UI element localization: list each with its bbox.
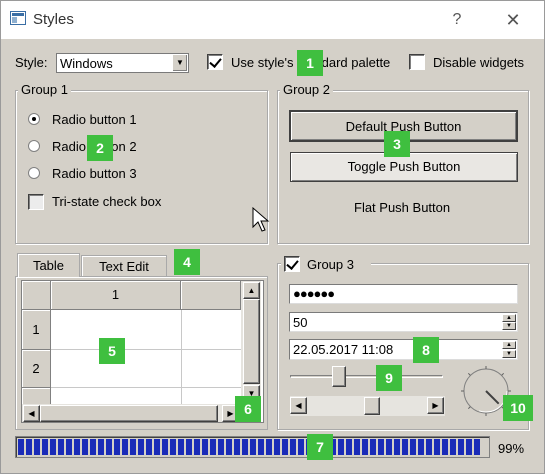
password-field[interactable]: ●●●●●● [289,284,518,304]
callout-badge-6: 6 [235,396,261,422]
row-header-2[interactable]: 2 [22,350,51,388]
chevron-down-icon[interactable]: ▼ [172,55,187,71]
column-header-1[interactable]: 1 [51,281,181,310]
progress-value: 99% [498,441,525,456]
scroll-left-icon[interactable]: ◀ [23,405,40,422]
column-header-2[interactable] [181,281,241,310]
callout-badge-10: 10 [503,395,533,421]
mouse-cursor-icon [252,207,270,232]
progress-bar [15,436,490,458]
scroll-up-icon[interactable]: ▲ [243,282,260,299]
group-1-title: Group 1 [18,82,71,97]
slider-handle[interactable] [332,366,346,387]
styles-window: Styles ? ✕ Style: Windows ▼ Use style's … [0,0,545,474]
title-bar: Styles ? ✕ [1,1,544,39]
flat-push-button[interactable]: Flat Push Button [354,200,450,215]
radio-button-1[interactable] [28,113,40,125]
grid-line [51,387,241,388]
style-label: Style: [15,55,48,70]
window-title: Styles [33,11,74,28]
datetime-edit[interactable]: 22.05.2017 11:08 ▲ ▼ [289,339,518,360]
app-window-icon [10,11,26,25]
callout-badge-3: 3 [384,131,410,157]
datetime-up-icon[interactable]: ▲ [502,341,516,349]
tab-text-edit[interactable]: Text Edit [81,255,167,276]
tri-state-checkbox[interactable] [28,194,44,210]
callout-badge-4: 4 [174,249,200,275]
style-combobox[interactable]: Windows ▼ [56,53,189,73]
horizontal-scroll-thumb[interactable] [40,405,218,422]
callout-badge-1: 1 [297,50,323,76]
callout-badge-7: 7 [307,434,333,460]
radio-button-3-label: Radio button 3 [52,166,137,181]
radio-button-1-label: Radio button 1 [52,112,137,127]
tri-state-label: Tri-state check box [52,194,162,209]
datetime-down-icon[interactable]: ▼ [502,350,516,358]
group-3-title: Group 3 [307,257,354,272]
spin-box[interactable]: 50 ▲ ▼ [289,312,518,332]
spin-box-value: 50 [293,315,308,330]
spin-up-icon[interactable]: ▲ [502,314,516,322]
slider-groove[interactable] [290,375,443,378]
callout-badge-5: 5 [99,338,125,364]
radio-button-2[interactable] [28,140,40,152]
tab-table[interactable]: Table [17,253,80,277]
close-button[interactable]: ✕ [501,8,525,32]
standard-palette-checkbox[interactable] [207,54,223,70]
group-3-checkbox[interactable] [284,256,300,272]
datetime-value: 22.05.2017 11:08 [293,342,394,357]
style-combobox-value: Windows [60,56,113,71]
password-value: ●●●●●● [293,286,335,301]
grid-line [181,310,182,408]
callout-badge-8: 8 [413,337,439,363]
disable-widgets-label: Disable widgets [433,55,525,70]
help-button[interactable]: ? [445,8,469,32]
callout-badge-9: 9 [376,365,402,391]
scroll-left-icon[interactable]: ◀ [290,397,307,414]
callout-badge-2: 2 [87,135,113,161]
disable-widgets-checkbox[interactable] [409,54,425,70]
data-table[interactable]: 1 1 2 ▲ ▼ ◀ ▶ [21,280,264,423]
group-2-title: Group 2 [280,82,333,97]
grid-line [51,349,241,350]
progress-bar-fill [18,439,483,455]
radio-button-3[interactable] [28,167,40,179]
scrollbar-handle[interactable] [364,397,380,415]
scroll-right-icon[interactable]: ▶ [427,397,444,414]
table-corner[interactable] [22,281,51,310]
vertical-scroll-thumb[interactable] [243,299,260,384]
row-header-1[interactable]: 1 [22,310,51,350]
spin-down-icon[interactable]: ▼ [502,322,516,330]
